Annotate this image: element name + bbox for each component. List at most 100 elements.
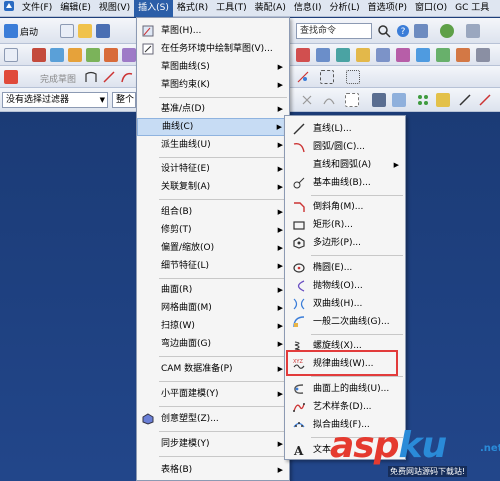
save-icon[interactable] — [96, 24, 110, 38]
submenu-item-general-conic[interactable]: 一般二次曲线(G)... — [285, 313, 405, 331]
menu-item-derived-curve[interactable]: 派生曲线(U) ▶ — [137, 136, 289, 154]
menu-item-surface[interactable]: 曲面(R) ▶ — [137, 281, 289, 299]
menu-tools[interactable]: 工具(T) — [212, 0, 251, 17]
menu-item-trim[interactable]: 修剪(T) ▶ — [137, 221, 289, 239]
quick-trim-icon[interactable] — [296, 70, 310, 84]
window-layout-icon[interactable] — [414, 24, 428, 38]
menu-item-sketch-curve[interactable]: 草图曲线(S) ▶ — [137, 58, 289, 76]
app-logo-icon[interactable] — [0, 0, 18, 17]
menu-item-associative-copy[interactable]: 关联复制(A) ▶ — [137, 178, 289, 196]
profile-icon[interactable] — [84, 70, 98, 84]
chamfer-tool-icon[interactable] — [296, 48, 310, 62]
menu-item-cam-data-prep[interactable]: CAM 数据准备(P) ▶ — [137, 360, 289, 378]
snap-end-icon[interactable] — [436, 93, 450, 107]
snap-line-icon[interactable] — [458, 93, 472, 107]
submenu-item-curve-on-surface[interactable]: 曲面上的曲线(U)... — [285, 380, 405, 398]
select-region-icon[interactable] — [320, 70, 334, 84]
menu-item-label: 网格曲面(M) — [161, 303, 212, 313]
submenu-item-rectangle[interactable]: 矩形(R)... — [285, 216, 405, 234]
snap-grid-icon[interactable] — [416, 93, 430, 107]
menu-item-offset-scale[interactable]: 偏置/缩放(O) ▶ — [137, 239, 289, 257]
line-tool-icon[interactable] — [102, 70, 116, 84]
law-curve-highlight — [286, 350, 398, 376]
blend-icon[interactable] — [316, 48, 330, 62]
menu-information[interactable]: 信息(I) — [290, 0, 326, 17]
open-folder-icon[interactable] — [78, 24, 92, 38]
menu-edit[interactable]: 编辑(E) — [56, 0, 95, 17]
curve-rule-icon[interactable] — [322, 93, 336, 107]
menu-gc-tools[interactable]: GC 工具 — [451, 0, 493, 17]
submenu-item-chamfer[interactable]: 倒斜角(M)... — [285, 198, 405, 216]
thicken-icon[interactable] — [436, 48, 450, 62]
select-box-icon[interactable] — [346, 70, 360, 84]
finish-sketch-icon[interactable] — [4, 70, 18, 84]
menu-item-realize-shape[interactable]: 创意塑型(Z)... — [137, 410, 289, 428]
menu-item-flange-surface[interactable]: 弯边曲面(G) ▶ — [137, 335, 289, 353]
menu-assembly[interactable]: 装配(A) — [251, 0, 290, 17]
menu-item-datum-point[interactable]: 基准/点(D) ▶ — [137, 100, 289, 118]
submenu-divider — [311, 376, 403, 377]
menu-item-mesh-surface[interactable]: 网格曲面(M) ▶ — [137, 299, 289, 317]
submenu-item-basic-curves[interactable]: 基本曲线(B)... — [285, 174, 405, 192]
submenu-item-studio-spline[interactable]: 艺术样条(D)... — [285, 398, 405, 416]
menu-item-design-feature[interactable]: 设计特征(E) ▶ — [137, 160, 289, 178]
menu-item-sketch-constraint[interactable]: 草图约束(K) ▶ — [137, 76, 289, 94]
settings-icon[interactable] — [466, 24, 480, 38]
view-orient-icon[interactable] — [372, 93, 386, 107]
snap-point-icon[interactable] — [300, 93, 314, 107]
menu-item-facet-modeling[interactable]: 小平面建模(Y) ▶ — [137, 385, 289, 403]
fit-curve-icon — [293, 419, 305, 431]
sketch-icon — [142, 25, 154, 37]
submenu-item-hyperbola[interactable]: 双曲线(H)... — [285, 295, 405, 313]
unite-icon[interactable] — [456, 48, 470, 62]
mirror-icon[interactable] — [416, 48, 430, 62]
pattern-icon[interactable] — [122, 48, 136, 62]
menu-preferences[interactable]: 首选项(P) — [364, 0, 411, 17]
arc-tool-icon[interactable] — [120, 70, 134, 84]
menu-window[interactable]: 窗口(O) — [411, 0, 451, 17]
snap-tangent-icon[interactable] — [478, 93, 492, 107]
menu-analysis[interactable]: 分析(L) — [326, 0, 364, 17]
menu-item-sketch-in-task[interactable]: 在任务环境中绘制草图(V)... — [137, 40, 289, 58]
extrude-icon[interactable] — [50, 48, 64, 62]
hole-icon[interactable] — [86, 48, 100, 62]
submenu-item-parabola[interactable]: 抛物线(O)... — [285, 277, 405, 295]
menu-item-curve[interactable]: 曲线(C) ▶ — [137, 118, 289, 136]
trim-body-icon[interactable] — [376, 48, 390, 62]
selection-scope-select[interactable]: 整个 — [112, 92, 136, 108]
menu-item-sketch[interactable]: 草图(H)... — [137, 22, 289, 40]
shell-icon[interactable] — [336, 48, 350, 62]
submenu-item-ellipse[interactable]: 椭圆(E)... — [285, 259, 405, 277]
submenu-item-line[interactable]: 直线(L)... — [285, 120, 405, 138]
menu-item-label: 扫掠(W) — [161, 321, 195, 331]
search-icon[interactable] — [377, 24, 391, 38]
new-file-icon[interactable] — [60, 24, 74, 38]
submenu-item-arc-circle[interactable]: 圆弧/圆(C)... — [285, 138, 405, 156]
menu-item-detail-feature[interactable]: 细节特征(L) ▶ — [137, 257, 289, 275]
submenu-item-polygon[interactable]: 多边形(P)... — [285, 234, 405, 252]
selection-filter-select[interactable]: 没有选择过滤器 ▼ — [2, 92, 108, 108]
offset-face-icon[interactable] — [396, 48, 410, 62]
command-finder-input[interactable]: 查找命令 — [296, 23, 372, 39]
start-button[interactable]: 启动 — [20, 25, 38, 38]
render-style-icon[interactable] — [392, 93, 406, 107]
help-icon[interactable]: ? — [396, 24, 410, 38]
menu-item-table[interactable]: 表格(B) ▶ — [137, 461, 289, 479]
finish-sketch-button[interactable]: 完成草图 — [40, 72, 76, 85]
submenu-item-line-and-arc[interactable]: 直线和圆弧(A) ▶ — [285, 156, 405, 174]
subtract-icon[interactable] — [476, 48, 490, 62]
datum-icon[interactable] — [32, 48, 46, 62]
menu-file[interactable]: 文件(F) — [18, 0, 56, 17]
draft-icon[interactable] — [356, 48, 370, 62]
menu-insert[interactable]: 插入(S) — [134, 0, 173, 17]
sketch-icon[interactable] — [4, 48, 18, 62]
menu-item-sweep[interactable]: 扫掠(W) ▶ — [137, 317, 289, 335]
menu-item-combine[interactable]: 组合(B) ▶ — [137, 203, 289, 221]
menu-view[interactable]: 视图(V) — [95, 0, 134, 17]
rectangle-select-icon[interactable] — [345, 93, 359, 107]
menu-item-synchronous-modeling[interactable]: 同步建模(Y) ▶ — [137, 435, 289, 453]
menu-format[interactable]: 格式(R) — [173, 0, 212, 17]
revolve-icon[interactable] — [68, 48, 82, 62]
boss-icon[interactable] — [104, 48, 118, 62]
globe-icon[interactable] — [440, 24, 454, 38]
